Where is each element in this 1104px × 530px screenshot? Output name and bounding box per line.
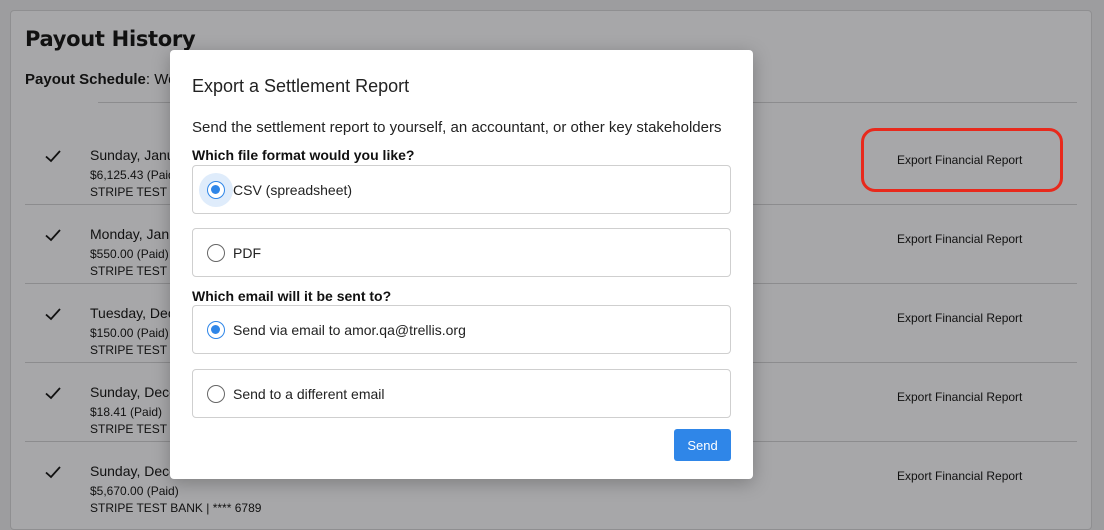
export-settlement-report-modal: Export a Settlement Report Send the sett…: [170, 50, 753, 479]
check-icon: [45, 308, 61, 321]
radio-button-different-email[interactable]: [207, 385, 225, 403]
payout-schedule: Payout Schedule: We: [25, 71, 176, 88]
format-option-pdf[interactable]: PDF: [192, 228, 731, 277]
payout-schedule-label: Payout Schedule: [25, 71, 146, 88]
payout-date: Sunday, Dece: [90, 463, 177, 479]
export-financial-report-link[interactable]: Export Financial Report: [897, 232, 1022, 246]
page-background: Payout History Payout Schedule: We Sunda…: [0, 0, 1104, 530]
payout-bank: STRIPE TEST E: [90, 185, 179, 199]
format-option-label: PDF: [233, 245, 261, 261]
page-title: Payout History: [25, 27, 196, 51]
check-icon: [45, 387, 61, 400]
modal-description: Send the settlement report to yourself, …: [192, 119, 722, 136]
email-option-label: Send to a different email: [233, 386, 385, 402]
payout-amount: $550.00 (Paid): [90, 247, 169, 261]
check-icon: [45, 229, 61, 242]
payout-date: Tuesday, Dec: [90, 305, 175, 321]
export-financial-report-link[interactable]: Export Financial Report: [897, 311, 1022, 325]
payout-bank: STRIPE TEST E: [90, 422, 179, 436]
export-financial-report-link[interactable]: Export Financial Report: [897, 390, 1022, 404]
email-option-label: Send via email to amor.qa@trellis.org: [233, 322, 466, 338]
email-label: Which email will it be sent to?: [192, 288, 392, 304]
payout-amount: $150.00 (Paid): [90, 326, 169, 340]
check-icon: [45, 466, 61, 479]
export-financial-report-link[interactable]: Export Financial Report: [897, 469, 1022, 483]
email-option-default[interactable]: Send via email to amor.qa@trellis.org: [192, 305, 731, 354]
payout-date: Monday, Jan: [90, 226, 170, 242]
file-format-label: Which file format would you like?: [192, 147, 415, 163]
modal-title: Export a Settlement Report: [192, 76, 410, 96]
radio-button-pdf[interactable]: [207, 244, 225, 262]
format-option-csv[interactable]: CSV (spreadsheet): [192, 165, 731, 214]
radio-button-default-email[interactable]: [207, 321, 225, 339]
payout-date: Sunday, Janu: [90, 147, 175, 163]
payout-bank: STRIPE TEST E: [90, 343, 179, 357]
payout-amount: $5,670.00 (Paid): [90, 484, 179, 498]
radio-button-csv[interactable]: [207, 181, 225, 199]
check-icon: [45, 150, 61, 163]
send-button[interactable]: Send: [674, 429, 731, 461]
payout-amount: $18.41 (Paid): [90, 405, 163, 419]
payout-bank: STRIPE TEST E: [90, 264, 179, 278]
payout-date: Sunday, Dece: [90, 384, 177, 400]
format-option-label: CSV (spreadsheet): [233, 182, 353, 198]
payout-bank: STRIPE TEST BANK | **** 6789: [90, 501, 262, 515]
email-option-different[interactable]: Send to a different email: [192, 369, 731, 418]
payout-amount: $6,125.43 (Paid: [90, 168, 175, 182]
annotation-highlight: [861, 128, 1063, 192]
